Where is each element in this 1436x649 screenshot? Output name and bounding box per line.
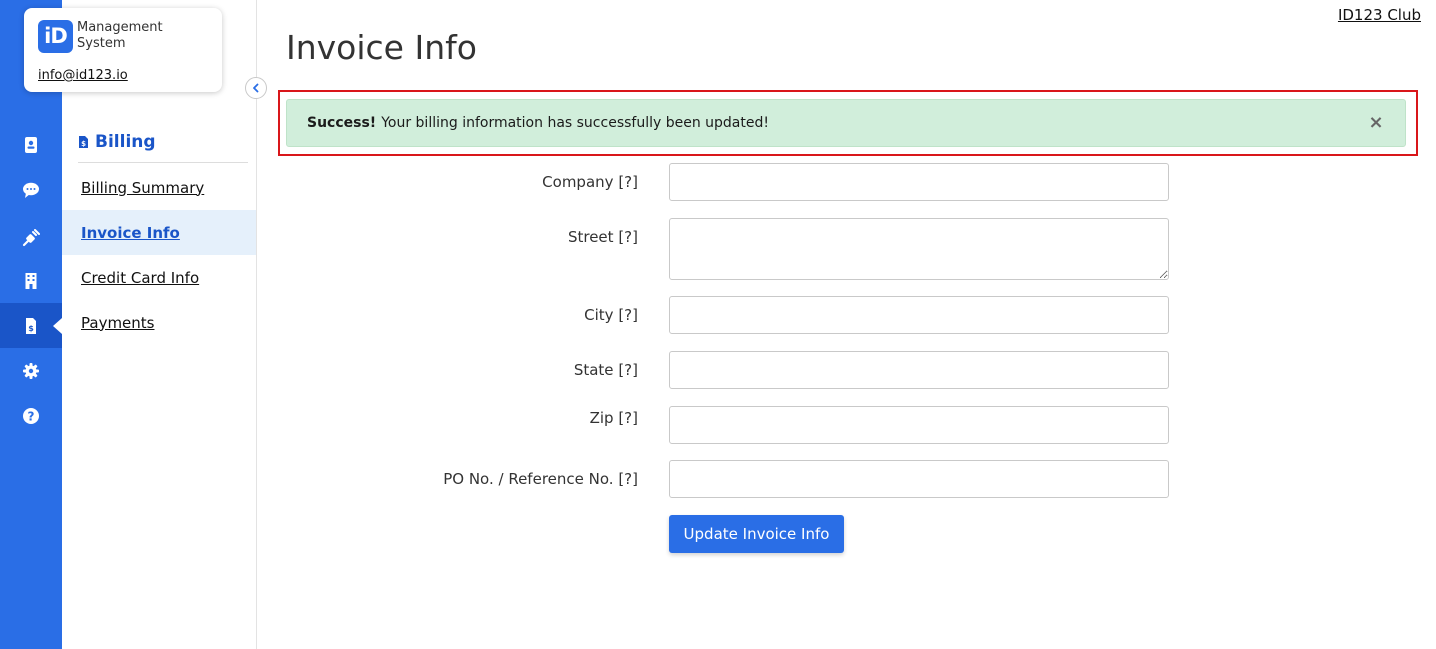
sidebar-item-credit-card-info[interactable]: Credit Card Info bbox=[62, 255, 256, 300]
update-invoice-info-button[interactable]: Update Invoice Info bbox=[669, 515, 844, 553]
rail-item-messages[interactable] bbox=[0, 167, 62, 212]
po-number-label: PO No. / Reference No. [?] bbox=[443, 470, 638, 488]
account-email-link[interactable]: info@id123.io bbox=[38, 68, 128, 83]
po-number-input[interactable] bbox=[669, 460, 1169, 498]
po-number-help-link[interactable]: [?] bbox=[618, 470, 638, 488]
chevron-left-icon bbox=[253, 83, 259, 93]
alert-message: Your billing information has successfull… bbox=[381, 115, 769, 131]
rail-item-id-cards[interactable] bbox=[0, 122, 62, 167]
zip-label: Zip [?] bbox=[589, 409, 638, 427]
building-icon bbox=[25, 272, 37, 289]
billing-icon: $ bbox=[79, 136, 88, 148]
sidebar-item-payments[interactable]: Payments bbox=[62, 300, 256, 345]
svg-text:$: $ bbox=[28, 324, 34, 333]
city-input[interactable] bbox=[669, 296, 1169, 334]
zip-help-link[interactable]: [?] bbox=[618, 409, 638, 427]
street-input[interactable] bbox=[669, 218, 1169, 280]
rail-item-help[interactable]: ? bbox=[0, 393, 62, 438]
collapse-sidebar-button[interactable] bbox=[245, 77, 267, 99]
plug-icon bbox=[22, 228, 40, 246]
active-indicator bbox=[53, 317, 62, 334]
chat-icon bbox=[23, 182, 39, 198]
billing-icon: $ bbox=[26, 317, 36, 334]
rail-item-billing[interactable]: $ bbox=[0, 303, 62, 348]
state-input[interactable] bbox=[669, 351, 1169, 389]
company-input[interactable] bbox=[669, 163, 1169, 201]
city-label: City [?] bbox=[584, 306, 638, 324]
gear-icon bbox=[23, 362, 39, 379]
zip-input[interactable] bbox=[669, 406, 1169, 444]
state-help-link[interactable]: [?] bbox=[618, 361, 638, 379]
billing-subnav: $ Billing Billing Summary Invoice Info C… bbox=[62, 0, 257, 649]
sidebar-item-billing-summary[interactable]: Billing Summary bbox=[62, 165, 256, 210]
alert-strong: Success! bbox=[307, 115, 377, 131]
club-link[interactable]: ID123 Club bbox=[1338, 6, 1421, 24]
rail-item-integrations[interactable] bbox=[0, 215, 62, 260]
close-icon[interactable]: × bbox=[1367, 113, 1385, 133]
icon-rail: $ ? bbox=[0, 0, 62, 649]
sidebar-item-invoice-info[interactable]: Invoice Info bbox=[62, 210, 256, 255]
id-card-icon bbox=[25, 136, 37, 153]
svg-text:?: ? bbox=[28, 409, 35, 423]
section-title: $ Billing bbox=[78, 132, 248, 163]
street-help-link[interactable]: [?] bbox=[618, 228, 638, 246]
logo: iD bbox=[38, 20, 73, 53]
brand-name: Management System bbox=[77, 20, 163, 51]
svg-text:$: $ bbox=[81, 140, 86, 148]
rail-item-settings[interactable] bbox=[0, 348, 62, 393]
company-label: Company [?] bbox=[542, 173, 638, 191]
brand-card: iD Management System info@id123.io bbox=[24, 8, 222, 92]
help-icon: ? bbox=[23, 407, 39, 424]
company-help-link[interactable]: [?] bbox=[618, 173, 638, 191]
success-alert: Success! Your billing information has su… bbox=[286, 99, 1406, 147]
page-title: Invoice Info bbox=[286, 28, 477, 67]
rail-item-organizations[interactable] bbox=[0, 258, 62, 303]
city-help-link[interactable]: [?] bbox=[618, 306, 638, 324]
state-label: State [?] bbox=[573, 361, 638, 379]
street-label: Street [?] bbox=[567, 228, 638, 246]
